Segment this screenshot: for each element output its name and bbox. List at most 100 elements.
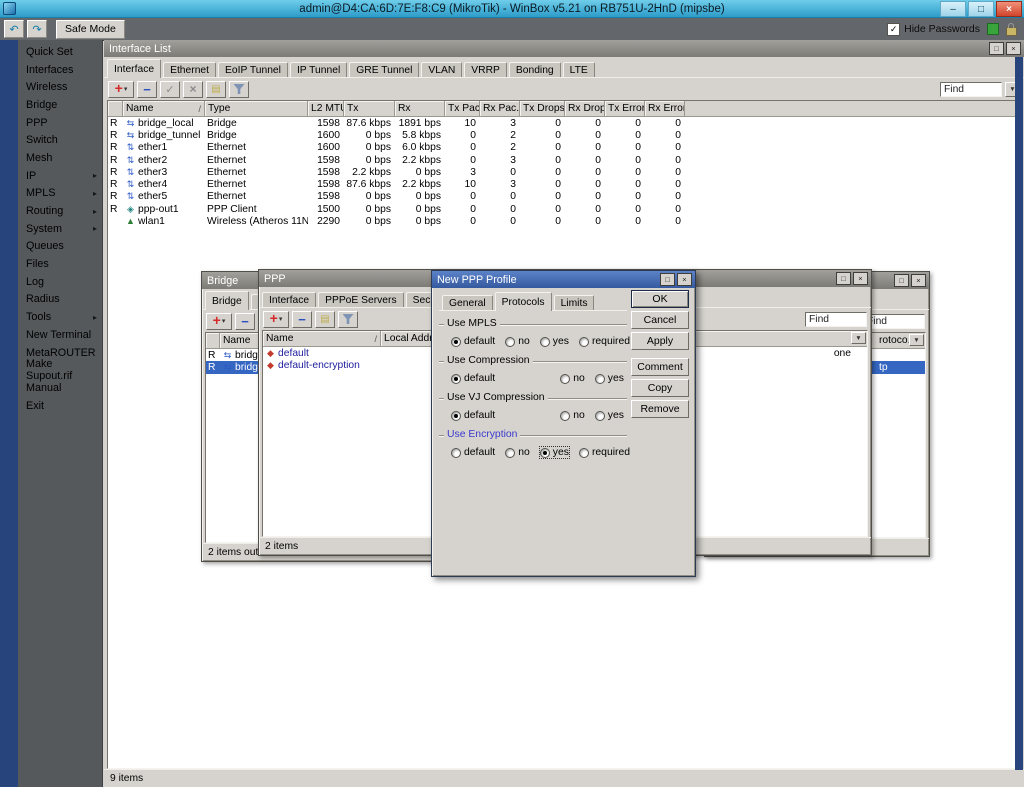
sidebar-item-tools[interactable]: Tools ▸ bbox=[18, 308, 102, 326]
tab-pppoe-servers[interactable]: PPPoE Servers bbox=[318, 292, 404, 308]
interface-list-titlebar[interactable]: Interface List □ × bbox=[104, 40, 1024, 57]
sidebar-item-bridge[interactable]: Bridge bbox=[18, 96, 102, 114]
tab-general[interactable]: General bbox=[442, 295, 493, 311]
pcol-name[interactable]: Name bbox=[263, 331, 381, 346]
sidebar-item-queues[interactable]: Queues bbox=[18, 238, 102, 256]
col-rxd[interactable]: Rx Drops bbox=[565, 101, 605, 116]
remove-button[interactable] bbox=[292, 311, 312, 328]
sidebar-item-ppp[interactable]: PPP bbox=[18, 114, 102, 132]
add-button[interactable] bbox=[108, 81, 134, 98]
radio-option[interactable]: required bbox=[579, 447, 630, 458]
tab-protocols[interactable]: Protocols bbox=[495, 292, 552, 311]
enable-button[interactable] bbox=[160, 81, 180, 98]
sidebar-item-exit[interactable]: Exit bbox=[18, 397, 102, 415]
minimize-button[interactable]: – bbox=[940, 1, 966, 17]
redo-button[interactable]: ↷ bbox=[27, 20, 47, 38]
close-icon[interactable]: × bbox=[911, 274, 926, 287]
sidebar-item-mpls[interactable]: MPLS ▸ bbox=[18, 185, 102, 203]
maximize-button[interactable]: □ bbox=[968, 1, 994, 17]
radio-option[interactable]: no bbox=[505, 336, 530, 347]
undo-button[interactable]: ↶ bbox=[4, 20, 24, 38]
radio-option[interactable]: yes bbox=[540, 336, 569, 347]
tab-vrrp[interactable]: VRRP bbox=[464, 62, 507, 78]
remove-button[interactable]: Remove bbox=[631, 400, 689, 418]
sidebar-item-routing[interactable]: Routing ▸ bbox=[18, 202, 102, 220]
tab-vlan[interactable]: VLAN bbox=[421, 62, 462, 78]
remove-button[interactable] bbox=[137, 81, 157, 98]
comment-button[interactable] bbox=[206, 81, 226, 98]
radio-option[interactable]: default bbox=[451, 336, 495, 347]
interface-row[interactable]: R ether3 Ethernet 1598 2.2 kbps 0 bps 3 bbox=[108, 166, 1020, 178]
column-select-dropdown-button[interactable]: ▼ bbox=[909, 334, 924, 346]
close-icon[interactable]: × bbox=[853, 272, 868, 285]
sidebar-item-system[interactable]: System ▸ bbox=[18, 220, 102, 238]
radio-option[interactable]: default bbox=[451, 447, 495, 458]
sidebar-item-ip[interactable]: IP ▸ bbox=[18, 167, 102, 185]
sidebar-item-quick-set[interactable]: Quick Set bbox=[18, 43, 102, 61]
col-rxp[interactable]: Rx Pac... bbox=[480, 101, 520, 116]
tab-ip-tunnel[interactable]: IP Tunnel bbox=[290, 62, 347, 78]
radio-option[interactable]: yes bbox=[540, 447, 569, 458]
col-mtu[interactable]: L2 MTU bbox=[308, 101, 344, 116]
bcol-flag[interactable] bbox=[206, 333, 220, 348]
column-select-dropdown-button[interactable]: ▼ bbox=[851, 332, 866, 344]
col-txe[interactable]: Tx Errors bbox=[605, 101, 645, 116]
maximize-button[interactable]: □ bbox=[989, 42, 1004, 55]
add-button[interactable] bbox=[263, 311, 289, 328]
col-tx[interactable]: Tx bbox=[344, 101, 395, 116]
sidebar-item-wireless[interactable]: Wireless bbox=[18, 78, 102, 96]
find-input[interactable] bbox=[940, 82, 1002, 97]
interface-row[interactable]: R ether4 Ethernet 1598 87.6 kbps 2.2 kbp… bbox=[108, 178, 1020, 190]
tab-ethernet[interactable]: Ethernet bbox=[163, 62, 216, 78]
comment-button[interactable]: Comment bbox=[631, 358, 689, 376]
tab-ppp-interface[interactable]: Interface bbox=[262, 292, 316, 308]
sidebar-item-interfaces[interactable]: Interfaces bbox=[18, 61, 102, 79]
col-txp[interactable]: Tx Pac... bbox=[445, 101, 480, 116]
maximize-button[interactable]: □ bbox=[660, 273, 675, 286]
interface-row[interactable]: R ppp-out1 PPP Client 1500 0 bps 0 bps 0 bbox=[108, 203, 1020, 215]
find-input[interactable] bbox=[805, 312, 867, 327]
radio-option[interactable]: default bbox=[451, 410, 495, 421]
tab-gre-tunnel[interactable]: GRE Tunnel bbox=[349, 62, 419, 78]
apply-button[interactable]: Apply bbox=[631, 332, 689, 350]
filter-button[interactable] bbox=[338, 311, 358, 328]
close-button[interactable]: × bbox=[996, 1, 1022, 17]
cancel-button[interactable]: Cancel bbox=[631, 311, 689, 329]
remove-button[interactable] bbox=[235, 313, 255, 330]
tab-interface[interactable]: Interface bbox=[107, 59, 161, 78]
sidebar-item-log[interactable]: Log bbox=[18, 273, 102, 291]
close-icon[interactable]: × bbox=[1006, 42, 1021, 55]
tab-bonding[interactable]: Bonding bbox=[509, 62, 561, 78]
interface-row[interactable]: R bridge_tunnel Bridge 1600 0 bps 5.8 kb… bbox=[108, 129, 1020, 141]
interface-row[interactable]: wlan1 Wireless (Atheros 11N) 2290 0 bps … bbox=[108, 215, 1020, 227]
filter-button[interactable] bbox=[229, 81, 249, 98]
radio-option[interactable]: no bbox=[505, 447, 530, 458]
sidebar-item-switch[interactable]: Switch bbox=[18, 131, 102, 149]
hide-passwords-checkbox[interactable]: ✓ bbox=[887, 23, 900, 36]
sidebar-item-make-supout-rif[interactable]: Make Supout.rif bbox=[18, 361, 102, 379]
interface-row[interactable]: R ether2 Ethernet 1598 0 bps 2.2 kbps 0 bbox=[108, 154, 1020, 166]
radio-option[interactable]: default bbox=[451, 373, 495, 384]
interface-row[interactable]: R ether5 Ethernet 1598 0 bps 0 bps 0 bbox=[108, 191, 1020, 203]
maximize-button[interactable]: □ bbox=[894, 274, 909, 287]
col-flag[interactable] bbox=[108, 101, 123, 116]
sidebar-item-new-terminal[interactable]: New Terminal bbox=[18, 326, 102, 344]
col-txd[interactable]: Tx Drops bbox=[520, 101, 565, 116]
close-icon[interactable]: × bbox=[677, 273, 692, 286]
radio-option[interactable]: no bbox=[560, 373, 585, 384]
ok-button[interactable]: OK bbox=[631, 290, 689, 308]
radio-option[interactable]: required bbox=[579, 336, 630, 347]
disable-button[interactable] bbox=[183, 81, 203, 98]
tab-eoip-tunnel[interactable]: EoIP Tunnel bbox=[218, 62, 288, 78]
tab-limits[interactable]: Limits bbox=[554, 295, 595, 311]
maximize-button[interactable]: □ bbox=[836, 272, 851, 285]
col-rx[interactable]: Rx bbox=[395, 101, 445, 116]
sidebar-item-files[interactable]: Files bbox=[18, 255, 102, 273]
window-titlebar[interactable]: admin@D4:CA:6D:7E:F8:C9 (MikroTik) - Win… bbox=[0, 0, 1024, 18]
find-input[interactable] bbox=[863, 314, 925, 329]
dialog-titlebar[interactable]: New PPP Profile □ × bbox=[432, 271, 695, 288]
tab-bridge[interactable]: Bridge bbox=[205, 291, 249, 310]
interface-row[interactable]: R ether1 Ethernet 1600 0 bps 6.0 kbps 0 bbox=[108, 142, 1020, 154]
comment-button[interactable] bbox=[315, 311, 335, 328]
safe-mode-button[interactable]: Safe Mode bbox=[56, 20, 125, 39]
